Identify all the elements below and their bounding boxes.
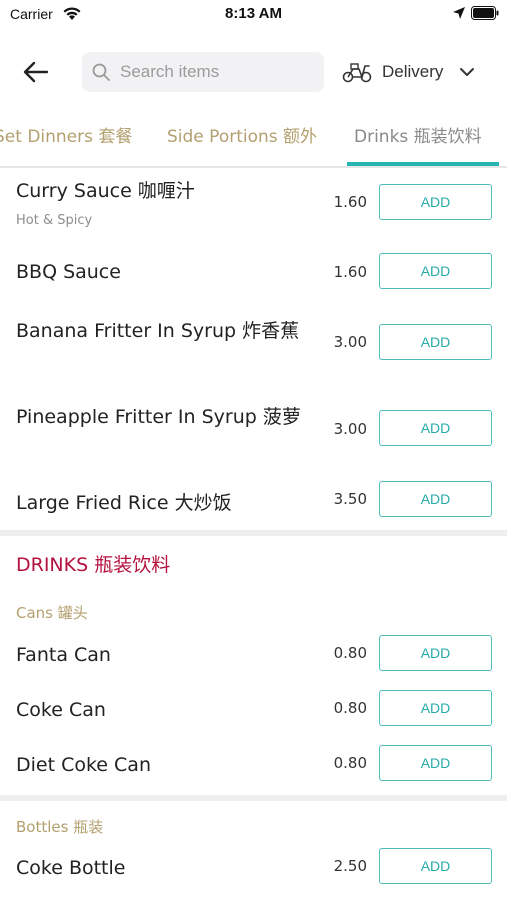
item-price: 2.50 bbox=[333, 857, 367, 875]
item-price: 3.00 bbox=[333, 333, 367, 351]
back-button[interactable] bbox=[16, 52, 56, 92]
clock-time: 8:13 AM bbox=[225, 5, 282, 22]
menu-item-row: Banana Fritter In Syrup 炸香蕉 3.00 ADD bbox=[0, 304, 507, 392]
item-description: Hot & Spicy bbox=[16, 213, 93, 228]
section-title-drinks: DRINKS 瓶装饮料 bbox=[16, 554, 171, 576]
add-button[interactable]: ADD bbox=[379, 635, 492, 671]
subsection-title-cans: Cans 罐头 bbox=[16, 604, 88, 622]
section-divider bbox=[0, 530, 507, 536]
chevron-down-icon bbox=[460, 68, 475, 76]
tab-drinks[interactable]: Drinks 瓶装饮料 bbox=[354, 122, 482, 147]
item-name: BBQ Sauce bbox=[16, 261, 121, 283]
active-tab-indicator bbox=[347, 162, 499, 166]
item-name: Fanta Can bbox=[16, 644, 111, 666]
status-bar: Carrier 8:13 AM bbox=[0, 0, 507, 28]
menu-item-row: Diet Coke Can 0.80 ADD bbox=[0, 740, 507, 792]
item-name: Large Fried Rice 大炒饭 bbox=[16, 492, 232, 514]
add-button[interactable]: ADD bbox=[379, 253, 492, 289]
add-button[interactable]: ADD bbox=[379, 184, 492, 220]
delivery-label: Delivery bbox=[382, 62, 444, 81]
search-input[interactable] bbox=[120, 52, 320, 92]
menu-item-row: Coke Bottle 2.50 ADD bbox=[0, 843, 507, 895]
back-arrow-icon bbox=[23, 61, 49, 83]
menu-item-row: Fanta Can 0.80 ADD bbox=[0, 630, 507, 682]
menu-item-row: Large Fried Rice 大炒饭 3.50 ADD bbox=[0, 478, 507, 530]
add-button[interactable]: ADD bbox=[379, 745, 492, 781]
add-button[interactable]: ADD bbox=[379, 410, 492, 446]
item-price: 1.60 bbox=[333, 193, 367, 211]
section-divider bbox=[0, 795, 507, 801]
item-name: Pineapple Fritter In Syrup 菠萝 bbox=[16, 406, 301, 428]
search-icon bbox=[92, 63, 110, 81]
search-box[interactable] bbox=[82, 52, 324, 92]
tab-set-dinners[interactable]: Set Dinners 套餐 bbox=[0, 122, 132, 147]
menu-item-row: Curry Sauce 咖喱汁 Hot & Spicy 1.60 ADD bbox=[0, 170, 507, 240]
item-price: 1.60 bbox=[333, 263, 367, 281]
menu-item-row: BBQ Sauce 1.60 ADD bbox=[0, 240, 507, 304]
item-price: 0.80 bbox=[333, 699, 367, 717]
delivery-mode-dropdown[interactable]: Delivery bbox=[340, 52, 490, 92]
item-name: Banana Fritter In Syrup 炸香蕉 bbox=[16, 320, 300, 342]
add-button[interactable]: ADD bbox=[379, 481, 492, 517]
tab-side-portions[interactable]: Side Portions 额外 bbox=[167, 122, 317, 147]
scooter-icon bbox=[342, 63, 372, 83]
item-price: 3.00 bbox=[333, 420, 367, 438]
menu-item-row: Coke Can 0.80 ADD bbox=[0, 685, 507, 737]
battery-icon bbox=[471, 6, 499, 20]
item-name: Coke Can bbox=[16, 699, 106, 721]
menu-item-row: Pineapple Fritter In Syrup 菠萝 3.00 ADD bbox=[0, 392, 507, 478]
item-name: Curry Sauce 咖喱汁 bbox=[16, 180, 195, 202]
add-button[interactable]: ADD bbox=[379, 690, 492, 726]
item-name: Diet Coke Can bbox=[16, 754, 151, 776]
header-bar: Delivery bbox=[0, 44, 507, 100]
add-button[interactable]: ADD bbox=[379, 324, 492, 360]
item-price: 3.50 bbox=[333, 490, 367, 508]
category-tabs: Set Dinners 套餐 Side Portions 额外 Drinks 瓶… bbox=[0, 112, 507, 168]
location-arrow-icon bbox=[453, 7, 465, 19]
subsection-title-bottles: Bottles 瓶装 bbox=[16, 818, 104, 836]
add-button[interactable]: ADD bbox=[379, 848, 492, 884]
item-price: 0.80 bbox=[333, 644, 367, 662]
item-name: Coke Bottle bbox=[16, 857, 126, 879]
item-price: 0.80 bbox=[333, 754, 367, 772]
